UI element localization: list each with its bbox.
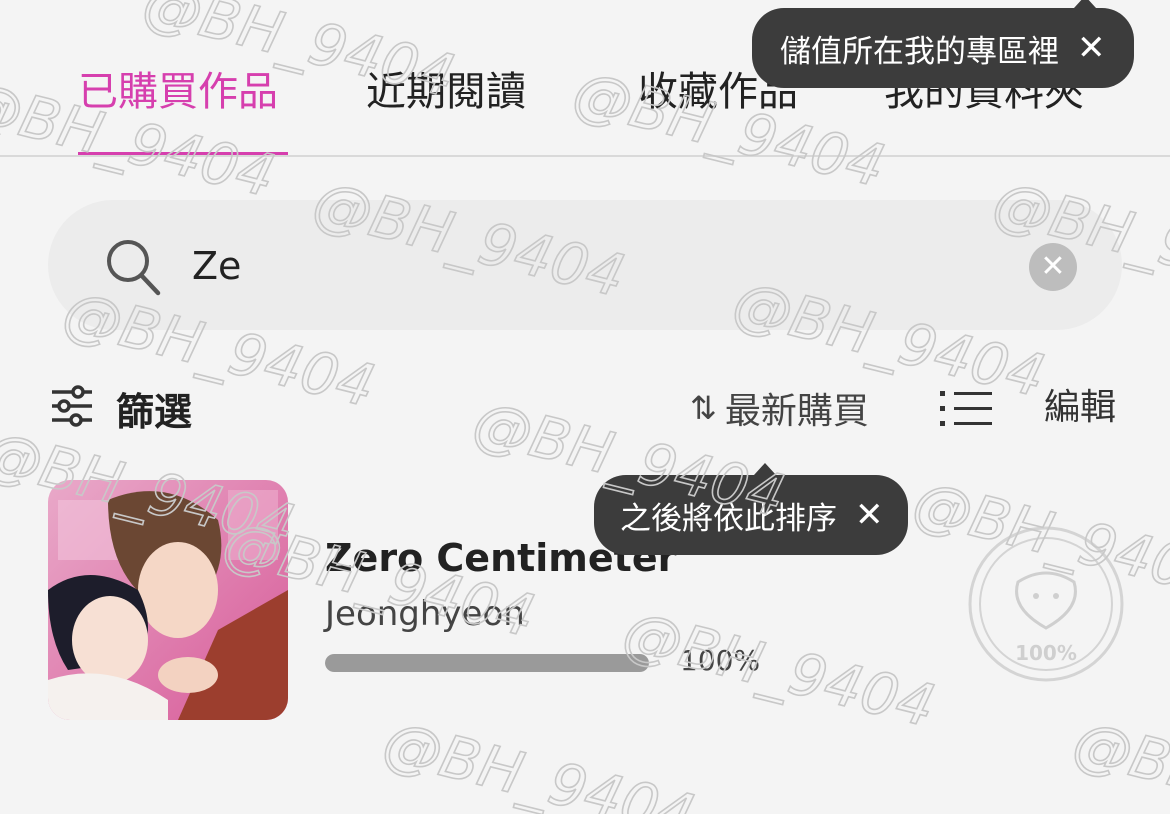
filter-label: 篩選 — [116, 389, 193, 434]
tooltip-top-up-text: 儲值所在我的專區裡 — [780, 33, 1059, 70]
reading-progress-text: 100% — [680, 644, 761, 677]
tooltip-arrow — [1074, 0, 1096, 8]
tooltip-sort: 之後將依此排序 ✕ — [594, 463, 908, 555]
watermark-text: @BH_9404 — [1067, 708, 1170, 814]
clear-search-button[interactable]: ✕ — [1029, 243, 1077, 291]
filter-button[interactable]: 篩選 — [50, 380, 192, 436]
cover-image — [48, 480, 288, 720]
tooltip-top-up: 儲值所在我的專區裡 ✕ — [752, 0, 1134, 88]
sort-button[interactable]: ⇅ 最新購買 — [690, 380, 869, 436]
item-author: Jeonghyeon — [325, 594, 525, 634]
filter-icon — [50, 384, 94, 432]
tab-recent[interactable]: 近期閱讀 — [366, 62, 526, 122]
completed-badge-icon: 100% — [966, 524, 1126, 688]
search-bar: ✕ — [48, 200, 1122, 330]
reading-progress-bar — [325, 654, 649, 672]
tooltip-sort-text: 之後將依此排序 — [620, 500, 837, 537]
list-view-icon[interactable] — [940, 389, 994, 433]
close-icon: ✕ — [1040, 249, 1066, 284]
tab-purchased[interactable]: 已購買作品 — [78, 62, 278, 122]
edit-button[interactable]: 編輯 — [1044, 380, 1116, 436]
tab-divider — [0, 155, 1170, 157]
close-icon[interactable]: ✕ — [1077, 31, 1106, 65]
close-icon[interactable]: ✕ — [855, 498, 884, 532]
sort-icon: ⇅ — [690, 389, 717, 427]
badge-label: 100% — [1015, 641, 1077, 665]
sort-label: 最新購買 — [724, 391, 869, 432]
tooltip-arrow — [754, 463, 776, 475]
watermark-text: @BH_9404 — [377, 708, 702, 814]
search-icon — [104, 237, 162, 301]
search-input[interactable] — [192, 236, 1012, 296]
reading-progress-fill — [325, 654, 649, 672]
